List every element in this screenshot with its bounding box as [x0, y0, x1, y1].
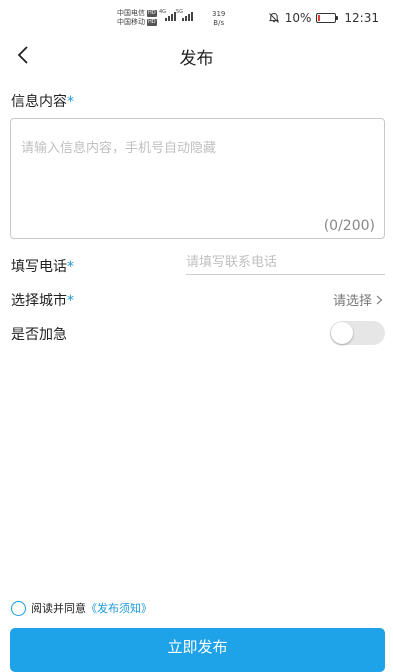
content-placeholder: 请输入信息内容，手机号自动隐藏 — [21, 141, 217, 156]
phone-label: 填写电话* — [11, 259, 74, 275]
page-title: 发布 — [179, 49, 214, 69]
signal-5g-icon: 5G — [176, 9, 193, 21]
content-textarea[interactable]: 请输入信息内容，手机号自动隐藏 (0/200) — [10, 118, 385, 239]
battery-percent: 10% — [284, 11, 312, 25]
signal-icons: 4G 5G — [159, 9, 193, 21]
carrier-info: 中国电信 HD 中国移动 HD — [117, 9, 157, 27]
battery-icon — [316, 13, 339, 23]
urgent-label: 是否加急 — [11, 327, 67, 343]
hd-badge: HD — [147, 19, 157, 26]
toggle-knob — [331, 322, 353, 344]
chevron-right-icon — [376, 295, 383, 304]
agreement-row: 阅读并同意 《发布须知》 — [11, 600, 152, 616]
city-select[interactable]: 请选择 — [333, 290, 383, 309]
city-label: 选择城市* — [11, 293, 74, 309]
urgent-toggle[interactable] — [330, 321, 385, 345]
carrier-1: 中国电信 — [117, 9, 145, 17]
network-speed: 319 B/s — [212, 10, 226, 27]
phone-input[interactable]: 请填写联系电话 — [186, 253, 385, 275]
carrier-2: 中国移动 — [117, 18, 145, 26]
required-mark: * — [67, 94, 74, 110]
mute-bell-icon — [268, 12, 279, 23]
agree-radio[interactable] — [11, 600, 26, 616]
notice-link[interactable]: 《发布须知》 — [86, 600, 152, 616]
status-bar: 中国电信 HD 中国移动 HD 4G 5G 319 B/s 10% 12:31 — [0, 0, 393, 36]
char-counter: (0/200) — [323, 218, 375, 234]
agree-text: 阅读并同意 — [31, 602, 86, 615]
clock: 12:31 — [344, 11, 379, 25]
content-label: 信息内容* — [11, 94, 74, 110]
submit-button[interactable]: 立即发布 — [10, 628, 385, 672]
signal-4g-icon: 4G — [159, 9, 176, 21]
hd-badge: HD — [147, 10, 157, 17]
city-select-value: 请选择 — [332, 294, 372, 309]
required-mark: * — [67, 259, 74, 275]
phone-placeholder: 请填写联系电话 — [186, 255, 278, 270]
required-mark: * — [67, 293, 74, 309]
